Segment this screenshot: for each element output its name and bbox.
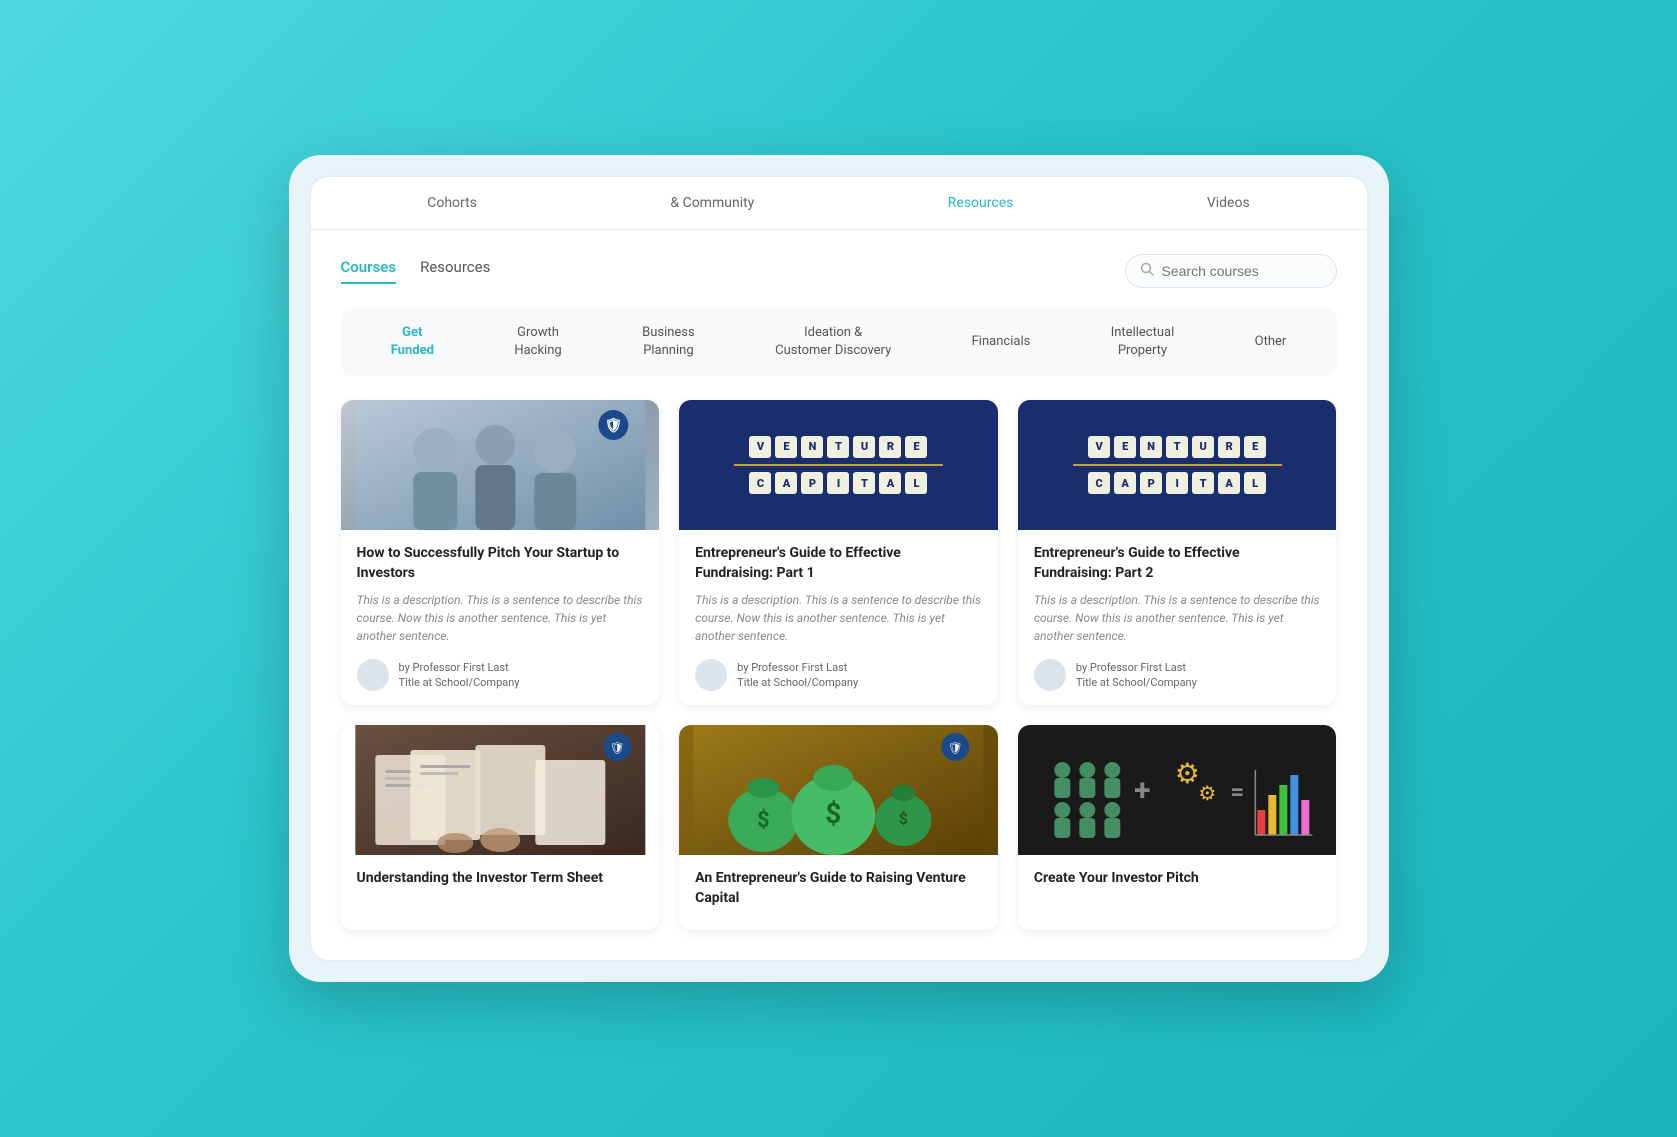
tab-courses[interactable]: Courses: [341, 258, 397, 284]
course-image-5: $ $ $ 🛡: [679, 725, 998, 855]
course-image-1: 🛡: [341, 400, 660, 530]
search-box[interactable]: [1125, 254, 1337, 288]
course-author-3: by Professor First Last Title at School/…: [1034, 659, 1321, 691]
course-card-3-body: Entrepreneur's Guide to Effective Fundra…: [1018, 530, 1337, 705]
category-filter: GetFunded GrowthHacking BusinessPlanning…: [341, 308, 1337, 376]
course-card-6[interactable]: + ⚙ ⚙ =: [1018, 725, 1337, 930]
nav-videos[interactable]: Videos: [1195, 191, 1262, 215]
svg-text:$: $: [825, 797, 841, 830]
course-desc-2: This is a description. This is a sentenc…: [695, 591, 982, 645]
vc-image-1: VENTURE CAPITAL: [679, 400, 998, 530]
svg-text:⚙: ⚙: [1198, 781, 1216, 805]
author-avatar-2: [695, 659, 727, 691]
course-title-3: Entrepreneur's Guide to Effective Fundra…: [1034, 544, 1321, 583]
author-avatar-1: [357, 659, 389, 691]
nav-resources[interactable]: Resources: [936, 191, 1026, 215]
tabs-row: Courses Resources: [341, 254, 1337, 288]
tab-resources[interactable]: Resources: [420, 258, 490, 284]
category-ideation[interactable]: Ideation &Customer Discovery: [759, 320, 907, 364]
category-growth-hacking[interactable]: GrowthHacking: [498, 320, 577, 364]
course-desc-3: This is a description. This is a sentenc…: [1034, 591, 1321, 645]
author-info-2: by Professor First Last Title at School/…: [737, 660, 858, 691]
category-other[interactable]: Other: [1239, 329, 1303, 355]
svg-text:🛡: 🛡: [948, 741, 963, 755]
author-info-1: by Professor First Last Title at School/…: [399, 660, 520, 691]
vc-image-2: VENTURE CAPITAL: [1018, 400, 1337, 530]
category-get-funded[interactable]: GetFunded: [375, 320, 450, 364]
svg-text:🛡: 🛡: [604, 417, 622, 434]
svg-text:🛡: 🛡: [609, 741, 624, 755]
course-title-6: Create Your Investor Pitch: [1034, 869, 1321, 889]
course-title-4: Understanding the Investor Term Sheet: [357, 869, 644, 889]
svg-text:$: $: [899, 809, 908, 828]
course-title-1: How to Successfully Pitch Your Startup t…: [357, 544, 644, 583]
svg-text:$: $: [757, 808, 770, 833]
course-card-6-body: Create Your Investor Pitch: [1018, 855, 1337, 911]
top-nav: Cohorts & Community Resources Videos: [311, 177, 1367, 230]
course-card-2-body: Entrepreneur's Guide to Effective Fundra…: [679, 530, 998, 705]
course-image-4: 🛡: [341, 725, 660, 855]
course-card-1-body: How to Successfully Pitch Your Startup t…: [341, 530, 660, 705]
course-card-1[interactable]: 🛡 How to Successfully Pitch Your Startup…: [341, 400, 660, 705]
course-card-2[interactable]: VENTURE CAPITAL Entrepreneur's Guide to …: [679, 400, 998, 705]
course-grid: 🛡 How to Successfully Pitch Your Startup…: [341, 400, 1337, 930]
course-author-2: by Professor First Last Title at School/…: [695, 659, 982, 691]
course-author-1: by Professor First Last Title at School/…: [357, 659, 644, 691]
author-info-3: by Professor First Last Title at School/…: [1076, 660, 1197, 691]
course-image-2: VENTURE CAPITAL: [679, 400, 998, 530]
course-card-5-body: An Entrepreneur's Guide to Raising Ventu…: [679, 855, 998, 930]
device-frame: Cohorts & Community Resources Videos Cou…: [289, 155, 1389, 983]
course-card-5[interactable]: $ $ $ 🛡: [679, 725, 998, 930]
nav-community[interactable]: & Community: [658, 191, 766, 215]
nav-cohorts[interactable]: Cohorts: [415, 191, 489, 215]
tabs-left: Courses Resources: [341, 258, 491, 284]
course-image-6: + ⚙ ⚙ =: [1018, 725, 1337, 855]
course-card-4-body: Understanding the Investor Term Sheet: [341, 855, 660, 911]
course-title-5: An Entrepreneur's Guide to Raising Ventu…: [695, 869, 982, 908]
inner-card: Cohorts & Community Resources Videos Cou…: [309, 175, 1369, 963]
content-area: Courses Resources GetFunded GrowthHa: [311, 230, 1367, 961]
course-card-3[interactable]: VENTURE CAPITAL Entrepreneur's Guide to …: [1018, 400, 1337, 705]
search-input[interactable]: [1162, 263, 1322, 279]
search-icon: [1140, 262, 1154, 280]
svg-text:=: =: [1230, 778, 1244, 806]
course-desc-1: This is a description. This is a sentenc…: [357, 591, 644, 645]
course-card-4[interactable]: 🛡 Understanding the Investor Term Sheet: [341, 725, 660, 930]
svg-text:+: +: [1134, 773, 1150, 808]
course-image-3: VENTURE CAPITAL: [1018, 400, 1337, 530]
svg-text:⚙: ⚙: [1175, 757, 1200, 790]
category-intellectual-property[interactable]: IntellectualProperty: [1095, 320, 1191, 364]
category-business-planning[interactable]: BusinessPlanning: [626, 320, 711, 364]
course-title-2: Entrepreneur's Guide to Effective Fundra…: [695, 544, 982, 583]
author-avatar-3: [1034, 659, 1066, 691]
category-financials[interactable]: Financials: [956, 329, 1047, 355]
